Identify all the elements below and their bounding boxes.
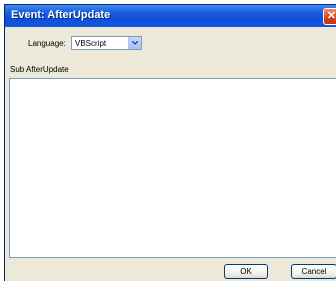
dialog-title: Event: AfterUpdate: [11, 9, 111, 21]
chevron-down-icon: [132, 41, 138, 45]
ok-button[interactable]: OK: [224, 264, 268, 279]
code-editor[interactable]: [9, 78, 336, 258]
language-select[interactable]: VBScript: [71, 36, 142, 50]
title-bar[interactable]: Event: AfterUpdate ✕: [5, 5, 336, 27]
language-dropdown-button[interactable]: [128, 37, 141, 49]
sub-header-label: Sub AfterUpdate: [10, 65, 69, 74]
close-button[interactable]: ✕: [323, 8, 336, 25]
event-dialog: Event: AfterUpdate ✕ Language: VBScript …: [4, 4, 336, 281]
cancel-button[interactable]: Cancel: [291, 264, 336, 279]
close-icon: ✕: [326, 10, 336, 22]
language-selected-value: VBScript: [75, 39, 107, 48]
language-label: Language:: [28, 39, 66, 48]
